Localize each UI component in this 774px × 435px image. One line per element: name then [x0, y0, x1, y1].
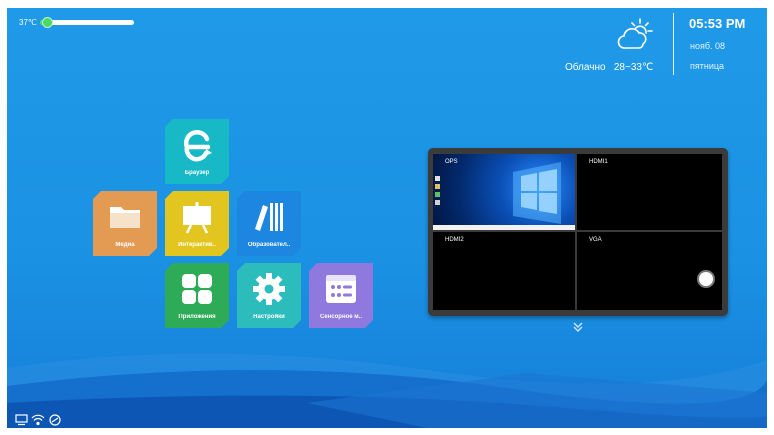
browser-e-icon: [184, 129, 212, 162]
app-tile-label: Приложения: [178, 314, 216, 320]
taskbar-status-icons: [15, 413, 75, 428]
clock-date: нояб. 08: [690, 41, 726, 51]
app-tile-interactive[interactable]: Интерактив..: [165, 191, 229, 256]
app-tile-label: Браузер: [184, 170, 210, 176]
gear-icon: [253, 273, 285, 305]
touch-menu-icon: [326, 275, 356, 303]
clock-weekday: пятница: [690, 61, 725, 71]
app-tile-applications[interactable]: Приложения: [165, 263, 229, 328]
source-label: HDMI2: [445, 237, 464, 243]
app-tile-label: Медиа: [115, 242, 135, 248]
ops-taskbar: [433, 225, 575, 230]
temperature-slider[interactable]: [40, 17, 134, 28]
temperature-readout: 37℃: [19, 18, 37, 27]
app-tile-label: Интерактив..: [178, 242, 216, 248]
cloud-sun-icon: [617, 18, 653, 49]
app-tile-label: Сенсорное м..: [319, 314, 363, 320]
source-vga[interactable]: VGA: [577, 232, 722, 310]
source-hdmi2[interactable]: HDMI2: [433, 232, 575, 310]
clock-divider: [673, 13, 674, 75]
books-icon: [255, 203, 283, 231]
wifi-icon[interactable]: [31, 414, 45, 426]
app-tile-education[interactable]: Образовател..: [237, 191, 301, 256]
temperature-slider-knob[interactable]: [41, 17, 53, 28]
weather-summary: Облачно 28~33℃: [565, 62, 653, 73]
weather-condition: Облачно: [565, 62, 606, 73]
source-label: HDMI1: [589, 159, 608, 165]
source-label: VGA: [589, 237, 602, 243]
source-ops[interactable]: OPS: [433, 154, 575, 230]
app-tile-label: Настройки: [253, 314, 285, 320]
whiteboard-icon: [183, 202, 211, 234]
folder-icon: [110, 207, 140, 228]
chevron-double-down-icon[interactable]: [571, 320, 585, 334]
clock-time: 05:53 PM: [689, 16, 746, 31]
signal-icon[interactable]: [49, 414, 61, 426]
app-tile-browser[interactable]: Браузер: [165, 119, 229, 184]
app-tile-media[interactable]: Медиа: [93, 191, 157, 256]
ops-desktop-preview: [433, 154, 575, 230]
app-tile-label: Образовател..: [247, 242, 291, 248]
source-hdmi1[interactable]: HDMI1: [577, 154, 722, 230]
home-screen: 37℃ Облачно 28~33℃ 05:53 PM нояб. 08 пят…: [7, 8, 767, 428]
monitor-icon[interactable]: [15, 414, 28, 426]
app-tile-settings[interactable]: Настройки: [237, 263, 301, 328]
floating-assistive-button[interactable]: [699, 272, 713, 286]
source-label: OPS: [445, 159, 458, 165]
windows-logo-icon: [435, 162, 561, 224]
source-preview-panel: OPS HDMI1 HDMI2 VGA: [428, 148, 728, 316]
apps-grid-icon: [182, 274, 212, 304]
app-tile-touch-menu[interactable]: Сенсорное м..: [309, 263, 373, 328]
weather-range: 28~33℃: [613, 62, 654, 73]
